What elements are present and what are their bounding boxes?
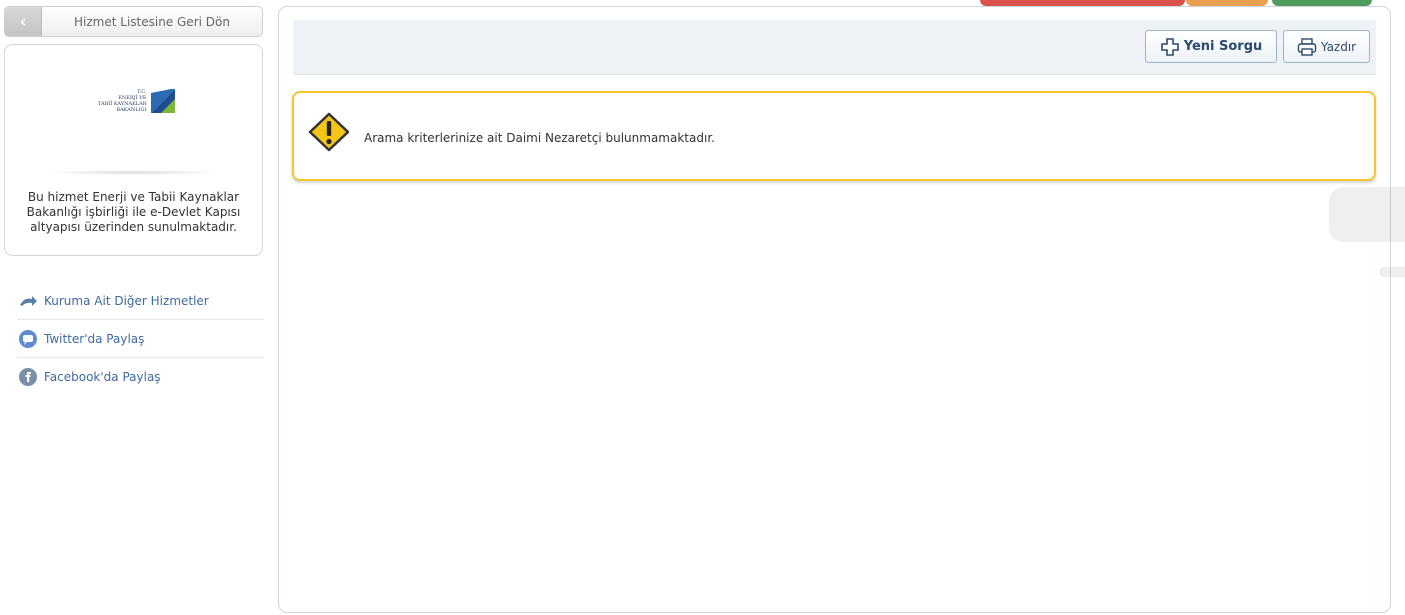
print-label: Yazdır xyxy=(1320,39,1357,54)
plus-icon xyxy=(1160,37,1179,56)
other-services-link[interactable]: Kuruma Ait Diğer Hizmetler xyxy=(18,282,264,320)
back-to-service-list-button[interactable]: ‹ Hizmet Listesine Geri Dön xyxy=(4,6,263,37)
twitter-icon xyxy=(19,329,37,348)
share-facebook-link[interactable]: Facebook'da Paylaş xyxy=(18,358,264,396)
chevron-left-icon: ‹ xyxy=(5,7,42,36)
new-query-label: Yeni Sorgu xyxy=(1183,39,1263,54)
share-twitter-link[interactable]: Twitter'da Paylaş xyxy=(18,320,264,358)
warning-icon xyxy=(308,112,350,152)
logo-line: BAKANLIĞI xyxy=(116,107,147,113)
institution-logo: T.C. ENERJİ VE TABİİ KAYNAKLAR BAKANLIĞI xyxy=(5,89,262,113)
institution-card: T.C. ENERJİ VE TABİİ KAYNAKLAR BAKANLIĞI… xyxy=(4,44,263,256)
left-sidebar: ‹ Hizmet Listesine Geri Dön T.C. ENERJİ … xyxy=(4,6,264,396)
page: ‹ Hizmet Listesine Geri Dön T.C. ENERJİ … xyxy=(0,0,1405,615)
logo-text: T.C. ENERJİ VE TABİİ KAYNAKLAR BAKANLIĞI xyxy=(93,89,147,113)
redirect-arrow-icon xyxy=(20,295,37,306)
side-link-label: Facebook'da Paylaş xyxy=(44,370,161,384)
warning-message: Arama kriterlerinize ait Daimi Nezaretçi… xyxy=(364,131,715,145)
side-link-label: Kuruma Ait Diğer Hizmetler xyxy=(44,293,209,308)
ministry-logo-mark-icon xyxy=(150,89,175,113)
background-watermark-icon xyxy=(1329,187,1405,277)
facebook-icon xyxy=(19,368,37,386)
printer-icon xyxy=(1297,37,1317,56)
back-button-label: Hizmet Listesine Geri Dön xyxy=(74,14,230,29)
print-button[interactable]: Yazdır xyxy=(1283,30,1370,63)
service-description: Bu hizmet Enerji ve Tabii Kaynaklar Baka… xyxy=(26,190,241,234)
main-content-panel: Yeni Sorgu Yazdır Arama kriterlerinize a… xyxy=(278,6,1405,613)
new-query-button[interactable]: Yeni Sorgu xyxy=(1145,30,1277,63)
no-results-warning: Arama kriterlerinize ait Daimi Nezaretçi… xyxy=(292,91,1376,181)
card-divider-shadow xyxy=(45,170,222,175)
side-links-list: Kuruma Ait Diğer Hizmetler Twitter'da Pa… xyxy=(18,282,264,396)
result-toolbar: Yeni Sorgu Yazdır xyxy=(293,20,1376,75)
side-link-label: Twitter'da Paylaş xyxy=(44,331,145,346)
